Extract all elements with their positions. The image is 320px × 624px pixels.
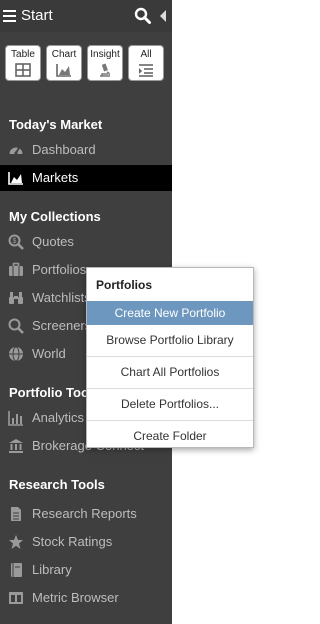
list-icon <box>139 64 153 77</box>
microscope-icon <box>100 63 110 77</box>
sidebar-item-label: World <box>32 346 66 361</box>
insight-view-button[interactable]: Insight <box>87 45 123 81</box>
sidebar-item-label: Portfolios <box>32 262 87 277</box>
sidebar-item-label: Quotes <box>32 234 74 249</box>
all-view-button[interactable]: All <box>128 45 164 81</box>
columns-icon <box>9 592 23 604</box>
sidebar-item-stock-ratings[interactable]: Stock Ratings <box>0 529 172 555</box>
sidebar-item-dashboard[interactable]: Dashboard <box>0 137 172 163</box>
chart-view-button[interactable]: Chart <box>46 45 82 81</box>
table-view-label: Table <box>11 49 35 60</box>
start-title[interactable]: Start <box>21 7 53 24</box>
sidebar-item-metric-browser[interactable]: Metric Browser <box>0 585 172 611</box>
browse-portfolio-library-item[interactable]: Browse Portfolio Library <box>87 328 253 352</box>
sidebar-item-label: Stock Ratings <box>32 534 113 549</box>
sidebar-item-label: Library <box>32 562 72 577</box>
chart-view-label: Chart <box>51 49 77 60</box>
svg-text:$: $ <box>13 238 17 245</box>
section-my-collections: My Collections <box>9 209 101 224</box>
sidebar-item-label: Dashboard <box>32 142 96 157</box>
globe-icon <box>9 346 23 362</box>
search-icon <box>8 318 24 334</box>
section-todays-market: Today's Market <box>9 117 103 132</box>
table-icon <box>15 63 31 77</box>
star-icon <box>9 535 23 549</box>
quotes-search-icon: $ <box>8 234 24 250</box>
sidebar-item-label: Screeners <box>32 318 92 333</box>
delete-portfolios-item[interactable]: Delete Portfolios... <box>87 392 253 416</box>
popup-title: Portfolios <box>96 278 152 292</box>
dashboard-icon <box>9 146 23 155</box>
briefcase-icon <box>9 262 23 276</box>
sidebar-item-label: Analytics <box>32 410 85 425</box>
insight-view-label: Insight <box>90 49 120 60</box>
sidebar-item-label: Markets <box>32 170 79 185</box>
area-chart-icon <box>8 172 23 185</box>
sidebar-item-label: Research Reports <box>32 506 137 521</box>
sidebar-item-quotes[interactable]: $ Quotes <box>0 229 172 255</box>
create-folder-item[interactable]: Create Folder <box>87 424 253 448</box>
top-bar: Start <box>0 0 172 32</box>
menu-icon[interactable] <box>3 10 16 22</box>
bar-chart-icon <box>8 411 23 426</box>
search-icon[interactable] <box>134 7 151 24</box>
menu-divider <box>87 420 253 421</box>
sidebar-item-markets[interactable]: Markets <box>0 165 172 191</box>
sidebar-item-label: Watchlists <box>32 290 91 305</box>
menu-divider <box>87 388 253 389</box>
create-new-portfolio-item[interactable]: Create New Portfolio <box>87 301 253 325</box>
table-view-button[interactable]: Table <box>5 45 41 81</box>
section-research-tools: Research Tools <box>9 477 105 492</box>
collapse-icon[interactable] <box>160 10 166 22</box>
all-view-label: All <box>140 49 152 60</box>
book-icon <box>11 563 22 577</box>
menu-divider <box>87 356 253 357</box>
chart-icon <box>56 64 71 77</box>
sidebar-item-library[interactable]: Library <box>0 557 172 583</box>
bank-icon <box>9 439 23 453</box>
portfolios-popup-menu: Portfolios Create New Portfolio Browse P… <box>86 267 254 448</box>
binoculars-icon <box>9 292 23 304</box>
document-icon <box>11 507 21 521</box>
sidebar-item-research-reports[interactable]: Research Reports <box>0 501 172 527</box>
sidebar-item-label: Metric Browser <box>32 590 119 605</box>
chart-all-portfolios-item[interactable]: Chart All Portfolios <box>87 360 253 384</box>
